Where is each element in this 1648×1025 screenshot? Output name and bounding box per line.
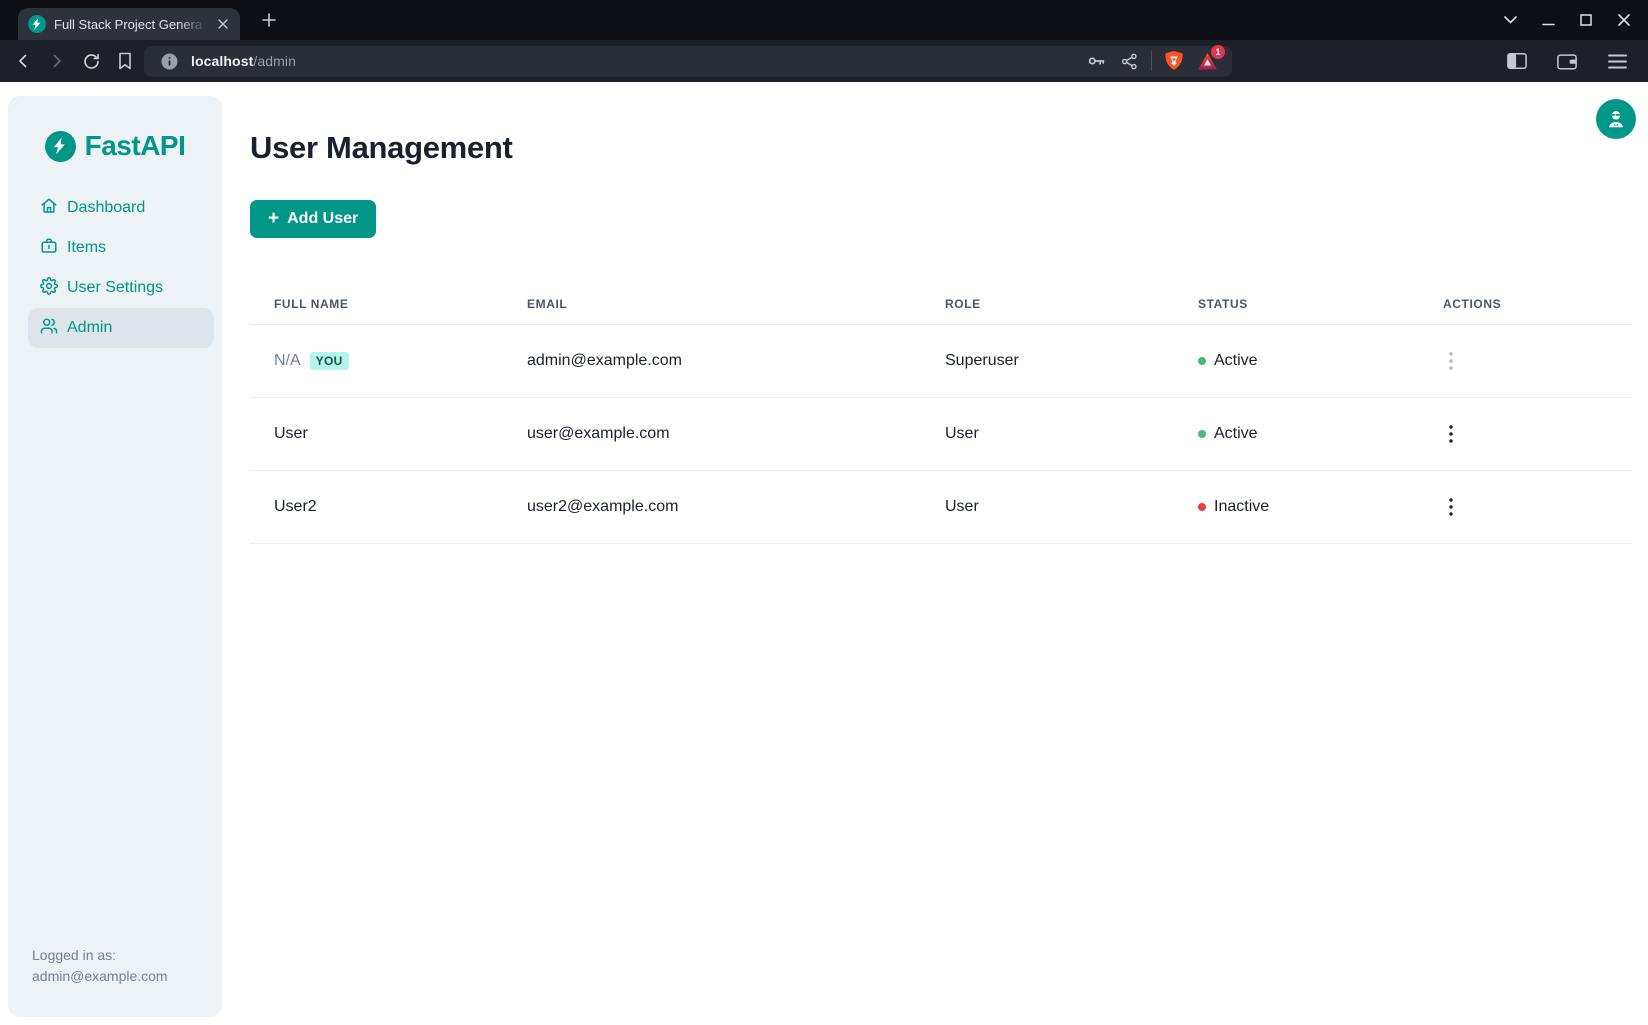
fastapi-favicon-icon xyxy=(28,15,46,33)
browser-tab[interactable]: Full Stack Project Genera xyxy=(18,8,240,40)
sidebar-item-label: Dashboard xyxy=(67,199,145,217)
cell-email: user2@example.com xyxy=(503,471,921,543)
sidebar-toggle-icon[interactable] xyxy=(1504,48,1530,74)
minimize-button[interactable] xyxy=(1540,12,1556,28)
cell-actions xyxy=(1419,471,1632,543)
password-key-icon[interactable] xyxy=(1084,49,1108,73)
browser-window: Full Stack Project Genera xyxy=(0,0,1648,1025)
home-icon xyxy=(40,197,58,220)
column-actions: Actions xyxy=(1419,282,1632,324)
sidebar-item-dashboard[interactable]: Dashboard xyxy=(28,188,214,228)
gear-icon xyxy=(40,277,58,300)
cell-role: User xyxy=(921,398,1174,470)
toolbar-divider xyxy=(1151,51,1152,71)
logged-in-email: admin@example.com xyxy=(32,966,198,987)
row-actions-button[interactable] xyxy=(1437,420,1465,448)
cell-email: user@example.com xyxy=(503,398,921,470)
sidebar-item-admin[interactable]: Admin xyxy=(28,308,214,348)
bookmark-icon[interactable] xyxy=(112,48,138,74)
sidebar-item-label: User Settings xyxy=(67,279,163,297)
app-area: FastAPI Dashboard Items xyxy=(0,82,1648,1025)
status-dot xyxy=(1198,430,1206,438)
browser-toolbar: localhost/admin 1 xyxy=(0,40,1648,82)
brave-shield-icon[interactable] xyxy=(1162,49,1186,73)
tab-strip: Full Stack Project Genera xyxy=(0,0,1648,40)
menu-hamburger-icon[interactable] xyxy=(1604,48,1630,74)
row-actions-button[interactable] xyxy=(1437,347,1465,375)
maximize-button[interactable] xyxy=(1578,12,1594,28)
reload-button[interactable] xyxy=(78,48,104,74)
briefcase-icon xyxy=(40,237,58,260)
cell-full-name: User xyxy=(250,398,503,470)
url-path: /admin xyxy=(253,53,296,69)
row-actions-button[interactable] xyxy=(1437,493,1465,521)
cell-role: User xyxy=(921,471,1174,543)
rewards-notification-badge: 1 xyxy=(1211,45,1225,59)
cell-full-name: N/A YOU xyxy=(250,325,503,397)
main-content: User Management + Add User Full Name Ema… xyxy=(222,82,1648,1025)
wallet-icon[interactable] xyxy=(1554,48,1580,74)
table-header: Full Name Email Role Status Actions xyxy=(250,282,1632,325)
user-avatar-button[interactable] xyxy=(1596,99,1636,139)
table-row: User user@example.com User Active xyxy=(250,398,1632,471)
logged-in-label: Logged in as: xyxy=(32,945,198,966)
sidebar: FastAPI Dashboard Items xyxy=(8,96,222,1017)
cell-role: Superuser xyxy=(921,325,1174,397)
sidebar-item-label: Items xyxy=(67,239,106,257)
share-icon[interactable] xyxy=(1117,49,1141,73)
sidebar-item-items[interactable]: Items xyxy=(28,228,214,268)
tab-title: Full Stack Project Genera xyxy=(54,17,206,32)
cell-status: Active xyxy=(1174,325,1419,397)
url-host: localhost xyxy=(191,53,253,69)
url-bar[interactable]: localhost/admin 1 xyxy=(144,46,1232,77)
users-table: Full Name Email Role Status Actions N/A … xyxy=(250,282,1632,544)
add-user-button[interactable]: + Add User xyxy=(250,200,376,238)
sidebar-item-label: Admin xyxy=(67,319,112,337)
status-dot xyxy=(1198,357,1206,365)
table-row: N/A YOU admin@example.com Superuser Acti… xyxy=(250,325,1632,398)
tab-search-chevron-icon[interactable] xyxy=(1502,12,1518,28)
page-title: User Management xyxy=(250,130,1648,166)
status-dot xyxy=(1198,503,1206,511)
cell-full-name: User2 xyxy=(250,471,503,543)
new-tab-button[interactable] xyxy=(256,7,282,33)
you-badge: YOU xyxy=(310,352,349,370)
back-button[interactable] xyxy=(10,48,36,74)
sidebar-item-user-settings[interactable]: User Settings xyxy=(28,268,214,308)
site-info-icon[interactable] xyxy=(157,49,181,73)
fastapi-logo: FastAPI xyxy=(8,130,222,162)
column-full-name: Full Name xyxy=(250,282,503,324)
table-body: N/A YOU admin@example.com Superuser Acti… xyxy=(250,325,1632,544)
cell-actions xyxy=(1419,398,1632,470)
fastapi-logo-text: FastAPI xyxy=(85,130,186,162)
url-text: localhost/admin xyxy=(191,53,296,69)
sidebar-nav: Dashboard Items User Settings xyxy=(8,188,222,348)
users-icon xyxy=(40,317,58,340)
logged-in-footer: Logged in as: admin@example.com xyxy=(8,945,222,987)
column-role: Role xyxy=(921,282,1174,324)
forward-button[interactable] xyxy=(44,48,70,74)
close-window-button[interactable] xyxy=(1616,12,1632,28)
brave-rewards-icon[interactable]: 1 xyxy=(1195,49,1219,73)
column-status: Status xyxy=(1174,282,1419,324)
fastapi-logo-icon xyxy=(45,131,76,162)
cell-status: Inactive xyxy=(1174,471,1419,543)
table-row: User2 user2@example.com User Inactive xyxy=(250,471,1632,544)
cell-actions xyxy=(1419,325,1632,397)
cell-email: admin@example.com xyxy=(503,325,921,397)
plus-icon: + xyxy=(268,209,279,228)
tab-close-icon[interactable] xyxy=(214,15,232,33)
column-email: Email xyxy=(503,282,921,324)
cell-status: Active xyxy=(1174,398,1419,470)
